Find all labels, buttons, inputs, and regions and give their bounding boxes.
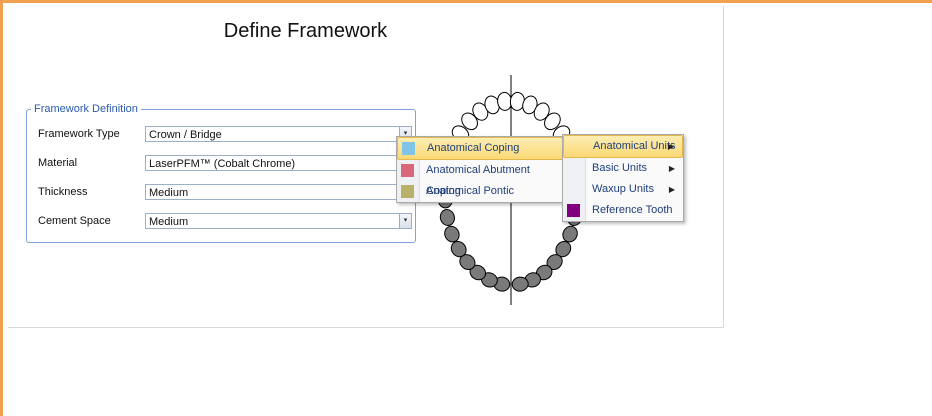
menu-item-waxup-units[interactable]: Waxup Units ▶ [563,179,683,200]
anatomical-units-label: Anatomical Units [593,140,676,152]
window-left-border [0,0,3,416]
framework-type-value: Crown / Bridge [149,129,222,141]
cement-space-value: Medium [149,216,189,228]
submenu-arrow-icon: ▶ [668,185,675,194]
waxup-units-label: Waxup Units [592,183,654,195]
material-value: LaserPFM™ (Cobalt Chrome) [149,158,296,170]
anatomical-coping-label: Anatomical Coping [427,142,520,154]
cement-space-label: Cement Space [38,215,111,227]
cement-space-select[interactable]: Medium ▾ [145,213,412,229]
menu-item-anatomical-pontic[interactable]: Anatomical Pontic [397,181,563,202]
anatomical-pontic-swatch-icon [401,185,414,198]
reference-tooth-label: Reference Tooth [592,204,673,216]
framework-type-select[interactable]: Crown / Bridge ▾ [145,126,412,142]
submenu-arrow-icon: ▶ [667,142,674,151]
basic-units-label: Basic Units [592,162,648,174]
anatomical-pontic-label: Anatomical Pontic [426,185,515,197]
menu-item-anatomical-coping[interactable]: Anatomical Coping [397,137,563,160]
framework-definition-legend: Framework Definition [34,103,138,115]
cement-space-dropdown-icon[interactable]: ▾ [399,214,411,228]
thickness-label: Thickness [38,186,88,198]
tooth-context-menu: Anatomical Units ▶ Basic Units ▶ Waxup U… [562,134,684,222]
material-select[interactable]: LaserPFM™ (Cobalt Chrome) [145,155,412,171]
submenu-arrow-icon: ▶ [668,164,675,173]
menu-item-anatomical-abutment-coping[interactable]: Anatomical Abutment Coping [397,160,563,197]
framework-type-label: Framework Type [38,128,120,140]
menu-item-anatomical-units[interactable]: Anatomical Units ▶ [563,135,683,158]
window-top-border [0,0,932,3]
anatomical-units-submenu: Anatomical Coping Anatomical Abutment Co… [396,136,564,203]
material-label: Material [38,157,78,169]
anatomical-abutment-coping-swatch-icon [401,164,414,177]
thickness-value: Medium [149,187,189,199]
anatomical-coping-swatch-icon [402,142,415,155]
thickness-select[interactable]: Medium [145,184,412,200]
menu-item-basic-units[interactable]: Basic Units ▶ [563,158,683,179]
reference-tooth-swatch-icon [567,204,580,217]
tooth-icon[interactable] [439,208,457,227]
menu-item-reference-tooth[interactable]: Reference Tooth [563,200,683,221]
page-title: Define Framework [223,20,388,42]
